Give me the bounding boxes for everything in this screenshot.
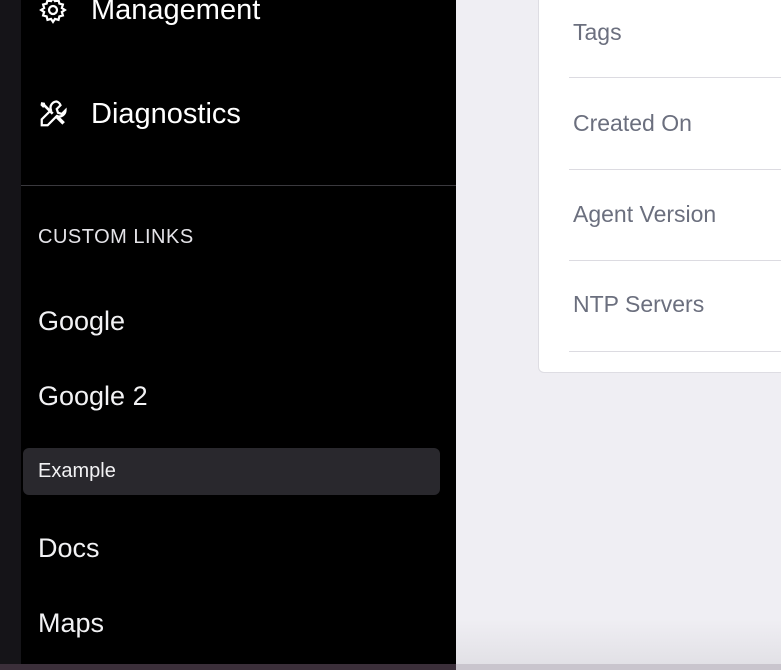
custom-link-maps[interactable]: Maps xyxy=(38,607,104,639)
nav-item-label: Management xyxy=(91,0,261,26)
detail-row-ntp-servers: NTP Servers xyxy=(569,261,781,352)
tools-icon xyxy=(37,98,69,130)
detail-label: NTP Servers xyxy=(573,291,705,317)
detail-label: Tags xyxy=(573,19,622,45)
gear-icon xyxy=(37,0,69,26)
detail-label: Agent Version xyxy=(573,201,717,227)
detail-label: Created On xyxy=(573,110,692,136)
detail-row-created-on: Created On xyxy=(569,78,781,170)
detail-row-agent-version: Agent Version xyxy=(569,170,781,261)
custom-link-google[interactable]: Google xyxy=(38,305,125,337)
detail-row-tags: Tags xyxy=(569,0,781,78)
custom-links-heading: CUSTOM LINKS xyxy=(38,226,194,248)
window-bottom-edge xyxy=(0,664,456,670)
custom-link-example[interactable]: Example xyxy=(23,448,440,495)
details-card: Tags Created On Agent Version NTP Server… xyxy=(538,0,781,373)
custom-link-docs[interactable]: Docs xyxy=(38,532,100,564)
nav-item-label: Diagnostics xyxy=(91,98,241,130)
custom-link-google-2[interactable]: Google 2 xyxy=(38,380,148,412)
window-bottom-edge-right xyxy=(456,664,781,670)
sidebar-divider xyxy=(21,185,456,186)
window-edge xyxy=(0,0,21,670)
sidebar: Management Diagnostics CUSTOM LINKS Goog… xyxy=(21,0,456,670)
nav-item-diagnostics[interactable]: Diagnostics xyxy=(37,97,241,131)
nav-item-management[interactable]: Management xyxy=(37,0,260,27)
content-bottom-shade xyxy=(456,620,781,664)
